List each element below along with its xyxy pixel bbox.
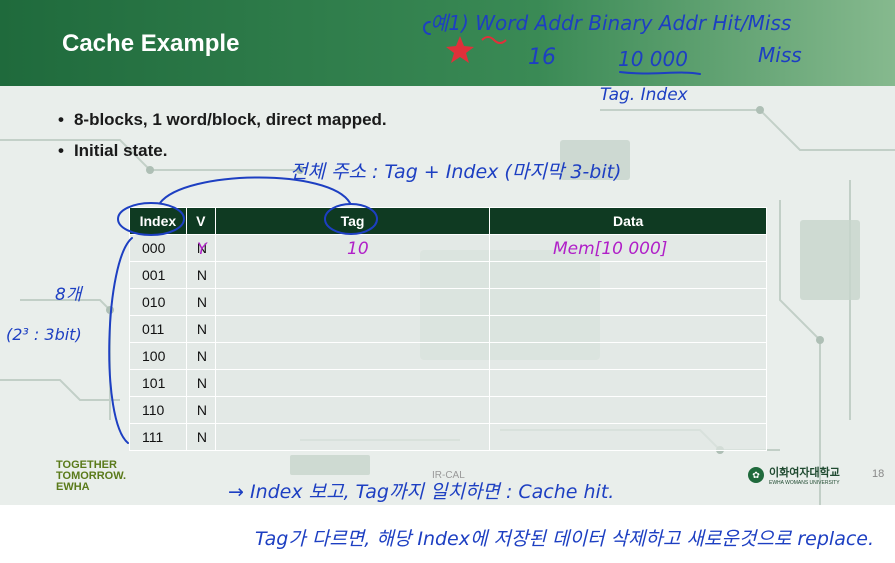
tag-cell (214, 234, 491, 262)
cache-table: Index V Tag Data 000 N 001 N 010 N 011 N… (129, 207, 767, 451)
index-cell: 101 (129, 369, 187, 397)
header-tag: Tag (214, 207, 491, 235)
index-cell: 111 (129, 423, 187, 451)
data-cell (489, 342, 767, 370)
slide: Cache Example 8-blocks, 1 word/block, di… (0, 0, 895, 505)
index-cell: 001 (129, 261, 187, 289)
valid-cell: N (185, 342, 216, 370)
table-header-row: Index V Tag Data (129, 207, 767, 235)
page-number: 18 (872, 468, 885, 480)
data-cell (489, 234, 767, 262)
valid-cell: N (185, 369, 216, 397)
index-cell: 000 (129, 234, 187, 262)
valid-cell: N (185, 396, 216, 424)
tag-cell (214, 369, 491, 397)
index-cell: 011 (129, 315, 187, 343)
university-name: 이화여자대학교 (769, 467, 840, 479)
header-data: Data (489, 207, 767, 235)
university-english-name: EWHA WOMANS UNIVERSITY (769, 480, 840, 486)
footer-center-text: IR-CAL (432, 470, 465, 481)
data-cell (489, 369, 767, 397)
bullet-item: 8-blocks, 1 word/block, direct mapped. (58, 106, 387, 137)
annotation-replace-rule: Tag가 다르면, 해당 Index에 저장된 데이터 삭제하고 새로운것으로 … (255, 528, 874, 550)
tag-cell (214, 288, 491, 316)
table-row: 101 N (129, 369, 767, 397)
valid-cell: N (185, 288, 216, 316)
valid-cell: N (185, 423, 216, 451)
bullet-item: Initial state. (58, 137, 387, 168)
valid-cell: N (185, 261, 216, 289)
table-row: 000 N (129, 234, 767, 262)
data-cell (489, 315, 767, 343)
index-cell: 100 (129, 342, 187, 370)
tag-cell (214, 342, 491, 370)
data-cell (489, 288, 767, 316)
index-cell: 110 (129, 396, 187, 424)
logo-line: EWHA (56, 481, 90, 493)
header-valid: V (185, 207, 216, 235)
together-tomorrow-logo: TOGETHER TOMORROW. EWHA (56, 460, 126, 493)
table-row: 111 N (129, 423, 767, 451)
tag-cell (214, 315, 491, 343)
table-row: 110 N (129, 396, 767, 424)
tag-cell (214, 423, 491, 451)
bullet-list: 8-blocks, 1 word/block, direct mapped. I… (58, 106, 387, 168)
table-row: 010 N (129, 288, 767, 316)
data-cell (489, 261, 767, 289)
tag-cell (214, 261, 491, 289)
university-logo: ✿ 이화여자대학교 EWHA WOMANS UNIVERSITY (748, 464, 840, 486)
title-bar: Cache Example (0, 0, 895, 86)
university-emblem-icon: ✿ (748, 467, 764, 483)
valid-cell: N (185, 234, 216, 262)
slide-title: Cache Example (62, 30, 240, 57)
table-row: 001 N (129, 261, 767, 289)
data-cell (489, 396, 767, 424)
index-cell: 010 (129, 288, 187, 316)
valid-cell: N (185, 315, 216, 343)
header-index: Index (129, 207, 187, 235)
data-cell (489, 423, 767, 451)
tag-cell (214, 396, 491, 424)
table-row: 100 N (129, 342, 767, 370)
table-row: 011 N (129, 315, 767, 343)
